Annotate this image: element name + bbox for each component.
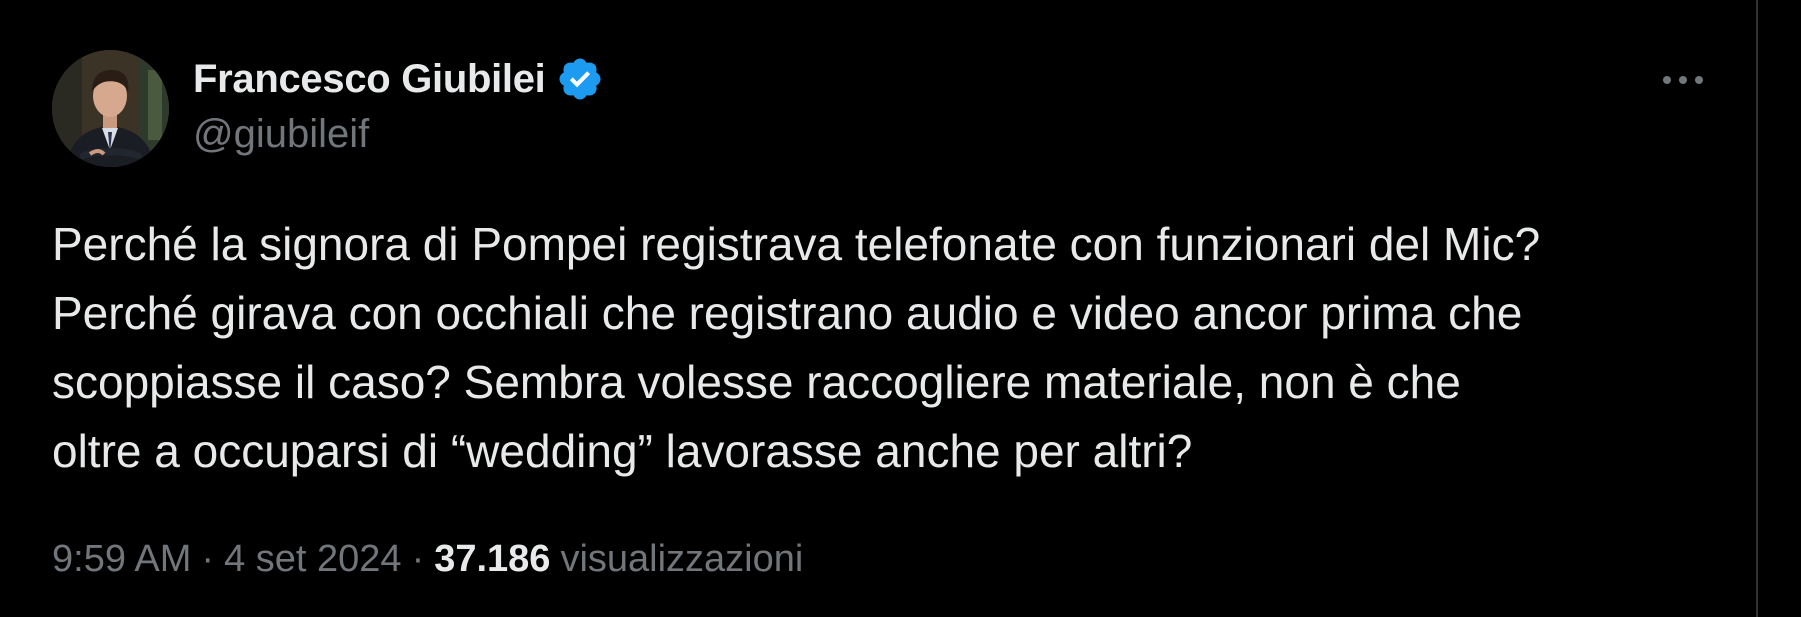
tweet-text-line: oltre a occuparsi di “wedding” lavorasse… [52, 425, 1193, 477]
author-display-name[interactable]: Francesco Giubilei [193, 57, 546, 102]
tweet-text-line: scoppiasse il caso? Sembra volesse racco… [52, 356, 1461, 408]
tweet-card: Francesco Giubilei @giubileif Perché la … [0, 0, 1758, 617]
avatar-image [52, 50, 169, 167]
meta-separator: · [411, 538, 425, 580]
author-name-row: Francesco Giubilei [193, 52, 604, 106]
verified-badge-icon[interactable] [556, 55, 604, 103]
views-count: 37.186 [434, 538, 551, 580]
avatar[interactable] [52, 50, 169, 167]
tweet-text: Perché la signora di Pompei registrava t… [52, 210, 1702, 486]
views-label: visualizzazioni [560, 538, 804, 580]
meta-separator: · [201, 538, 215, 580]
author-handle[interactable]: @giubileif [193, 112, 369, 157]
tweet-text-line: Perché la signora di Pompei registrava t… [52, 218, 1541, 270]
tweet-metadata: 9:59 AM · 4 set 2024 · 37.186 visualizza… [52, 538, 803, 581]
tweet-date[interactable]: 4 set 2024 [224, 538, 401, 581]
tweet-text-line: Perché girava con occhiali che registran… [52, 287, 1523, 339]
tweet-time[interactable]: 9:59 AM [52, 538, 191, 581]
more-options-icon[interactable] [1658, 62, 1708, 98]
